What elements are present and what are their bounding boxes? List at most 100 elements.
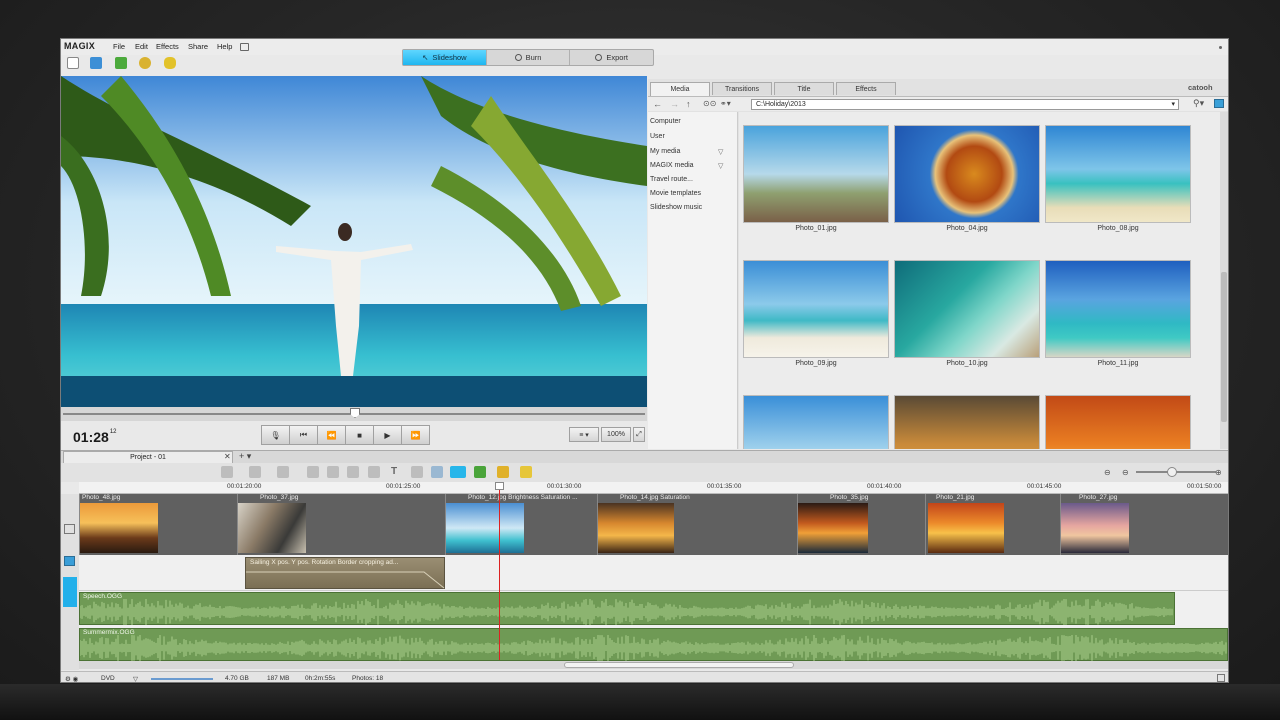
format-dropdown-icon[interactable]: ▽ xyxy=(133,675,138,682)
paste-icon[interactable] xyxy=(347,466,359,478)
video-track-icon[interactable] xyxy=(64,524,75,534)
rewind-button[interactable]: ⏪ xyxy=(317,425,346,445)
timeline-clip[interactable]: Photo_21.jpg xyxy=(925,494,1060,555)
tab-transitions[interactable]: Transitions xyxy=(712,82,772,95)
menu-help[interactable]: Help xyxy=(217,42,232,51)
copy-icon[interactable] xyxy=(327,466,339,478)
media-thumbnail[interactable] xyxy=(1045,260,1191,358)
crop-icon[interactable] xyxy=(431,466,443,478)
audio-clip[interactable]: Speech.OGG xyxy=(79,592,1175,625)
media-thumbnail[interactable] xyxy=(894,125,1040,223)
window-menu-icon[interactable] xyxy=(1219,46,1222,49)
tree-item-user[interactable]: User xyxy=(650,133,665,140)
snap-icon[interactable] xyxy=(497,466,509,478)
media-thumbnail[interactable] xyxy=(743,260,889,358)
tree-item-magix-media[interactable]: MAGIX media xyxy=(650,162,694,169)
undo-icon[interactable] xyxy=(249,466,261,478)
binoculars-icon[interactable]: ⊙⊙ xyxy=(703,99,716,108)
media-thumbnail[interactable] xyxy=(894,260,1040,358)
forward-icon[interactable]: → xyxy=(670,99,679,109)
overlay-track-icon[interactable] xyxy=(64,556,75,566)
slideshow-mode-button[interactable]: ↖ Slideshow xyxy=(403,50,487,65)
playhead[interactable] xyxy=(499,482,500,660)
text-icon[interactable]: T xyxy=(391,466,403,478)
tree-item-my-media[interactable]: My media xyxy=(650,148,680,155)
add-project-icon[interactable]: + ▾ xyxy=(239,451,251,462)
tree-item-travel-route[interactable]: Travel route... xyxy=(650,176,693,183)
media-thumbnail[interactable] xyxy=(743,395,889,449)
redo-icon[interactable] xyxy=(277,466,289,478)
timeline-clip[interactable]: Photo_14.jpg Saturation xyxy=(597,494,797,555)
effects-icon[interactable] xyxy=(411,466,423,478)
feedback-icon[interactable] xyxy=(240,43,249,51)
preview-scrubber[interactable] xyxy=(61,407,647,421)
zoom-out-icon[interactable]: ⊖ xyxy=(1122,468,1129,477)
playhead-handle[interactable] xyxy=(495,482,504,490)
new-project-icon[interactable] xyxy=(67,57,79,69)
timeline-scrollbar[interactable] xyxy=(79,661,1228,669)
fast-forward-button[interactable]: ⏩ xyxy=(401,425,430,445)
close-icon[interactable]: ✕ xyxy=(224,452,231,461)
zoom-dropdown[interactable]: 100% xyxy=(601,427,631,442)
timeline-clip[interactable]: Photo_27.jpg xyxy=(1060,494,1228,555)
video-preview[interactable] xyxy=(61,76,647,407)
view-mode-icon[interactable] xyxy=(1214,99,1224,108)
zoom-out-small-icon[interactable]: ⊖ xyxy=(1104,468,1111,477)
expand-my-media-icon[interactable]: ▽ xyxy=(718,148,723,156)
open-folder-icon[interactable] xyxy=(90,57,102,69)
timeline-clip[interactable]: Photo_35.jpg xyxy=(797,494,925,555)
menu-file[interactable]: File xyxy=(113,42,125,51)
search-icon[interactable]: ⚲▾ xyxy=(1193,98,1204,109)
overlay-clip[interactable]: Sailing X pos. Y pos. Rotation Border cr… xyxy=(245,557,445,589)
audio-track-selected-icon[interactable] xyxy=(63,577,77,607)
menu-share[interactable]: Share xyxy=(188,42,208,51)
tree-item-computer[interactable]: Computer xyxy=(650,118,681,125)
tab-title[interactable]: Title xyxy=(774,82,834,95)
go-to-start-button[interactable]: ⏮ xyxy=(289,425,318,445)
burn-mode-button[interactable]: Burn xyxy=(487,50,571,65)
record-button[interactable]: 🎙 xyxy=(261,425,290,445)
media-thumbnail[interactable] xyxy=(894,395,1040,449)
home-icon[interactable] xyxy=(520,466,532,478)
share-icon[interactable] xyxy=(164,57,176,69)
import-icon[interactable] xyxy=(139,57,151,69)
back-icon[interactable]: ← xyxy=(653,99,662,109)
tree-item-movie-templates[interactable]: Movie templates xyxy=(650,190,701,197)
mouse-mode-icon[interactable] xyxy=(450,466,466,478)
media-thumbnail[interactable] xyxy=(1045,125,1191,223)
tree-item-slideshow-music[interactable]: Slideshow music xyxy=(650,204,702,211)
media-scrollbar-thumb[interactable] xyxy=(1221,272,1227,422)
link-icon[interactable]: ⚭▾ xyxy=(720,99,731,108)
save-icon[interactable] xyxy=(115,57,127,69)
path-input[interactable]: C:\Holiday\2013 ▾ xyxy=(751,99,1179,110)
stop-button[interactable]: ■ xyxy=(345,425,374,445)
path-dropdown-icon[interactable]: ▾ xyxy=(1171,100,1175,110)
timeline-ruler[interactable]: 00:01:20:00 00:01:25:00 00:01:30:00 00:0… xyxy=(79,482,1228,494)
menu-edit[interactable]: Edit xyxy=(135,42,148,51)
timeline-scrollbar-thumb[interactable] xyxy=(564,662,794,668)
expand-magix-media-icon[interactable]: ▽ xyxy=(718,162,723,170)
media-thumbnail[interactable] xyxy=(1045,395,1191,449)
settings-icon[interactable]: ⚙ ◉ xyxy=(65,675,78,682)
timeline-clip[interactable]: Photo_48.jpg xyxy=(79,494,237,555)
timeline-clip[interactable]: Photo_12.jpg Brightness Saturation ... xyxy=(445,494,597,555)
export-mode-button[interactable]: Export xyxy=(570,50,653,65)
delete-icon[interactable] xyxy=(307,466,319,478)
menu-effects[interactable]: Effects xyxy=(156,42,179,51)
insert-icon[interactable] xyxy=(368,466,380,478)
tab-media[interactable]: Media xyxy=(650,82,710,96)
marker-icon[interactable] xyxy=(474,466,486,478)
zoom-in-icon[interactable]: ⊕ xyxy=(1215,468,1222,477)
preview-menu-dropdown[interactable]: ≡ ▾ xyxy=(569,427,599,442)
scrubber-handle[interactable] xyxy=(350,408,360,418)
cut-icon[interactable] xyxy=(221,466,233,478)
tab-effects[interactable]: Effects xyxy=(836,82,896,95)
media-thumbnail[interactable] xyxy=(743,125,889,223)
up-icon[interactable]: ↑ xyxy=(686,99,691,109)
resize-icon[interactable] xyxy=(1217,674,1225,682)
fullscreen-button[interactable]: ⤢ xyxy=(633,427,645,442)
play-button[interactable]: ▶ xyxy=(373,425,402,445)
timeline-clip[interactable]: Photo_37.jpg xyxy=(237,494,445,555)
media-scrollbar[interactable] xyxy=(1220,112,1228,449)
audio-clip[interactable]: Summermix.OGG xyxy=(79,628,1228,661)
